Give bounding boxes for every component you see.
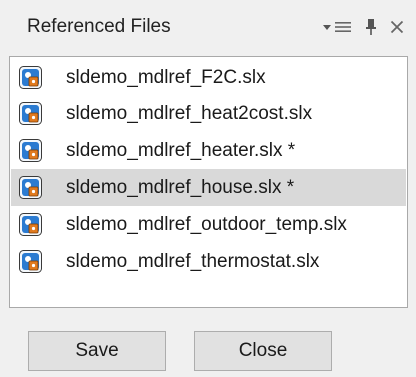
- panel-title: Referenced Files: [27, 16, 171, 37]
- simulink-model-icon: [19, 176, 42, 199]
- panel-menu-button[interactable]: [318, 14, 356, 40]
- save-button[interactable]: Save: [28, 331, 166, 371]
- file-name: sldemo_mdlref_outdoor_temp.slx: [66, 214, 347, 235]
- close-button[interactable]: Close: [194, 331, 332, 371]
- file-list-item[interactable]: sldemo_mdlref_heat2cost.slx: [11, 95, 406, 132]
- referenced-files-list[interactable]: sldemo_mdlref_F2C.slx sldemo_mdlref_heat2…: [9, 56, 408, 308]
- simulink-model-icon: [19, 213, 42, 236]
- panel-title-bar: Referenced Files: [0, 0, 416, 56]
- pin-icon: [366, 19, 376, 35]
- file-list-item[interactable]: sldemo_mdlref_outdoor_temp.slx: [11, 206, 406, 243]
- file-list-item[interactable]: sldemo_mdlref_F2C.slx: [11, 59, 406, 96]
- file-list-item[interactable]: sldemo_mdlref_heater.slx *: [11, 132, 406, 169]
- simulink-model-icon: [19, 250, 42, 273]
- simulink-model-icon: [19, 66, 42, 89]
- file-name: sldemo_mdlref_house.slx *: [66, 177, 295, 198]
- file-list-item[interactable]: sldemo_mdlref_house.slx *: [11, 169, 406, 206]
- simulink-model-icon: [19, 139, 42, 162]
- pin-button[interactable]: [362, 14, 380, 40]
- file-name: sldemo_mdlref_thermostat.slx: [66, 251, 320, 272]
- file-name: sldemo_mdlref_heater.slx *: [66, 140, 296, 161]
- simulink-model-icon: [19, 102, 42, 125]
- close-icon: [390, 20, 404, 34]
- file-name: sldemo_mdlref_heat2cost.slx: [66, 103, 313, 124]
- close-panel-button[interactable]: [384, 14, 410, 40]
- file-list-item[interactable]: sldemo_mdlref_thermostat.slx: [11, 243, 406, 280]
- referenced-files-panel: Referenced Files sldemo_mdlref_F2C.slx sl…: [0, 0, 416, 377]
- file-name: sldemo_mdlref_F2C.slx: [66, 67, 266, 88]
- dropdown-menu-icon: [323, 22, 351, 32]
